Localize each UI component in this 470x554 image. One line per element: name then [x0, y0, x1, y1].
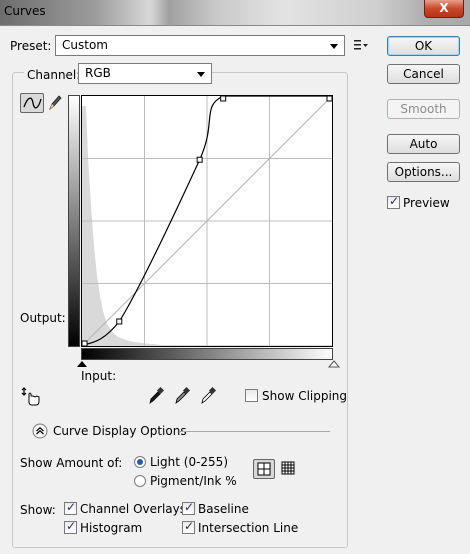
white-point-slider[interactable] — [328, 360, 340, 368]
preset-dropdown[interactable]: Custom — [55, 35, 345, 56]
channel-value: RGB — [85, 66, 111, 80]
chevron-down-icon — [197, 72, 205, 77]
detailed-grid-button[interactable] — [278, 459, 300, 479]
curve-control-point[interactable] — [220, 96, 227, 102]
curve-plot[interactable] — [82, 96, 332, 346]
curve-control-point[interactable] — [196, 156, 203, 163]
curve-icon — [23, 97, 42, 109]
curve-graph[interactable] — [81, 95, 333, 347]
show-label: Show: — [20, 503, 56, 517]
baseline-checkbox[interactable] — [182, 500, 195, 515]
gray-eyedropper-icon[interactable] — [173, 386, 191, 406]
preset-value: Custom — [62, 38, 108, 52]
options-button[interactable]: Options... — [387, 162, 460, 182]
show-clipping-checkbox[interactable] — [245, 389, 258, 402]
simple-grid-icon — [257, 462, 271, 476]
output-gradient-bar — [68, 95, 80, 347]
title-bar: Curves X — [0, 0, 470, 26]
pigment-label: Pigment/Ink % — [150, 474, 237, 488]
output-label: Output: — [20, 311, 66, 325]
chevron-down-icon — [330, 44, 338, 49]
close-button[interactable]: X — [424, 0, 464, 18]
channel-dropdown[interactable]: RGB — [78, 63, 212, 84]
light-label: Light (0-255) — [150, 455, 228, 469]
ok-button[interactable]: OK — [387, 36, 460, 56]
pencil-icon[interactable] — [46, 93, 64, 113]
collapse-icon[interactable] — [32, 423, 48, 439]
channel-overlays-checkbox[interactable] — [64, 500, 77, 515]
curve-control-point[interactable] — [82, 340, 88, 346]
histogram-checkbox[interactable] — [64, 519, 77, 534]
curve-point-tool[interactable] — [20, 93, 44, 113]
black-point-slider[interactable] — [76, 360, 88, 368]
preset-options-icon[interactable] — [353, 38, 369, 52]
cancel-button[interactable]: Cancel — [387, 64, 460, 84]
channel-overlays-label: Channel Overlays — [80, 502, 186, 516]
light-radio[interactable] — [134, 456, 146, 468]
intersection-line-label: Intersection Line — [198, 521, 299, 535]
preview-checkbox[interactable] — [387, 194, 400, 209]
show-amount-label: Show Amount of: — [20, 456, 123, 470]
auto-button[interactable]: Auto — [387, 134, 460, 154]
curve-control-point[interactable] — [116, 318, 123, 325]
black-eyedropper-icon[interactable] — [147, 386, 165, 406]
input-gradient-bar — [81, 348, 333, 360]
baseline-label: Baseline — [198, 502, 249, 516]
preset-label: Preset: — [10, 39, 52, 53]
white-eyedropper-icon[interactable] — [199, 386, 217, 406]
simple-grid-button[interactable] — [253, 459, 275, 479]
on-image-adjust-icon[interactable] — [20, 385, 42, 407]
window-title: Curves — [4, 4, 46, 18]
curve-display-options-header: Curve Display Options — [53, 424, 187, 438]
smooth-button[interactable]: Smooth — [387, 99, 460, 119]
pigment-radio[interactable] — [134, 475, 146, 487]
show-clipping-label: Show Clipping — [262, 389, 348, 403]
channel-label: Channel: — [24, 68, 84, 82]
detailed-grid-icon — [281, 461, 295, 475]
section-divider — [180, 431, 330, 432]
histogram-label: Histogram — [80, 521, 143, 535]
intersection-line-checkbox[interactable] — [182, 519, 195, 534]
input-label: Input: — [81, 369, 117, 383]
preview-label: Preview — [403, 196, 450, 210]
curve-control-point[interactable] — [326, 96, 332, 102]
